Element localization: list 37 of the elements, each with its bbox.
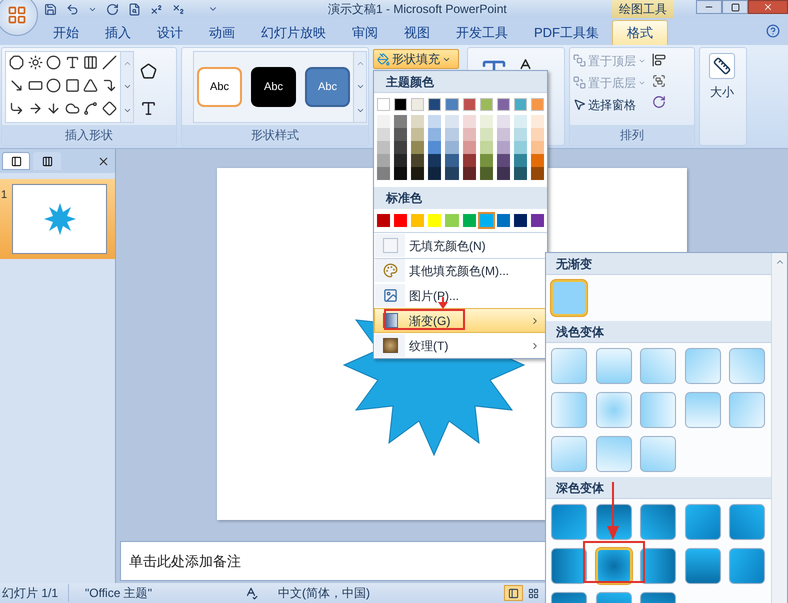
slide-count: 幻灯片 1/1 [1, 585, 60, 602]
theme-name: "Office 主题" [68, 584, 238, 602]
ribbon-tab[interactable]: 设计 [144, 20, 196, 45]
menu-section-header: 主题颜色 [374, 71, 547, 93]
size-button[interactable]: 大小 [703, 51, 741, 101]
language-status: 中文(简体，中国) [278, 585, 370, 602]
arrange-command[interactable]: 选择窗格 [573, 95, 646, 114]
menu-section-header: 标准色 [374, 187, 547, 209]
menu-item[interactable]: 渐变(G) [374, 308, 547, 333]
menu-item[interactable]: 图片(P)... [374, 283, 547, 308]
ribbon-tab[interactable]: 幻灯片放映 [248, 20, 339, 45]
gallery-section-header: 深色变体 [546, 477, 771, 499]
ribbon-tab[interactable]: 格式 [612, 20, 668, 45]
slide-number: 1 [0, 188, 8, 203]
ribbon-tab[interactable]: PDF工具集 [521, 20, 612, 45]
menu-item[interactable]: 其他填充颜色(M)... [374, 258, 547, 283]
shape-style-option[interactable]: Abc [251, 67, 296, 107]
group-label: 形状样式 [182, 125, 368, 145]
ribbon-tab[interactable]: 动画 [196, 20, 248, 45]
menu-item[interactable]: 纹理(T) [374, 333, 547, 358]
shape-fill-button[interactable]: 形状填充 [373, 49, 459, 69]
window-title: 演示文稿1 - Microsoft PowerPoint [328, 1, 507, 18]
group-label: 排列 [570, 125, 694, 145]
ribbon-tab[interactable]: 插入 [92, 20, 144, 45]
context-tab-header: 绘图工具 [612, 0, 674, 18]
notes-prompt: 单击此处添加备注 [129, 552, 241, 570]
shape-style-option[interactable]: Abc [305, 67, 350, 107]
ribbon-tab[interactable]: 开始 [40, 20, 92, 45]
slide-thumbnail-row[interactable]: 1 [0, 179, 115, 259]
group-label: 插入形状 [2, 125, 176, 145]
gallery-section-header: 浅色变体 [546, 321, 771, 343]
ribbon-tab[interactable]: 开发工具 [443, 20, 521, 45]
ribbon-tab[interactable]: 视图 [391, 20, 443, 45]
ribbon-tab[interactable]: 审阅 [339, 20, 391, 45]
gallery-section-header: 无渐变 [546, 253, 771, 275]
menu-item[interactable]: 无填充颜色(N) [374, 233, 547, 258]
shape-style-option[interactable]: Abc [197, 67, 242, 107]
